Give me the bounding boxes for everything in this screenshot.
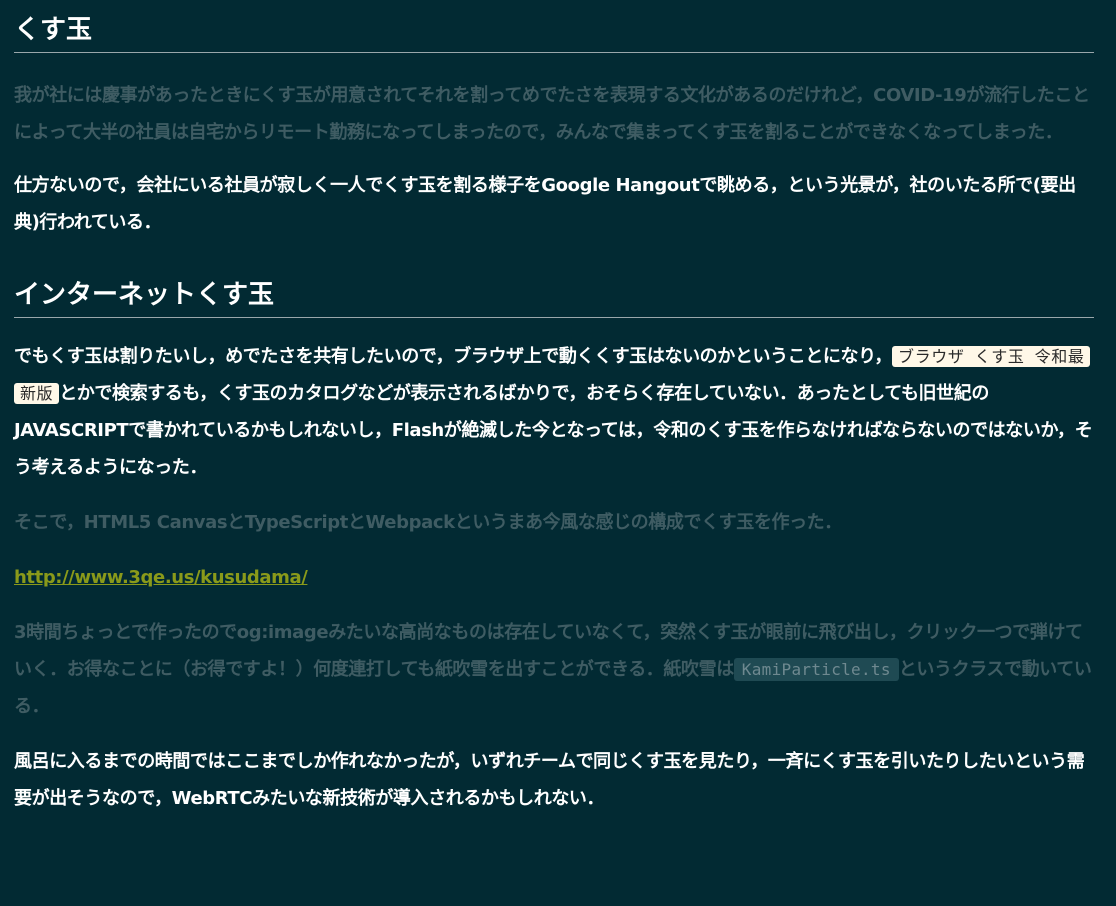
paragraph-search-text-after: とかで検索するも，くす玉のカタログなどが表示されるばかりで，おそらく存在していな… [14,383,1093,478]
paragraph-features: 3時間ちょっとで作ったのでog:imageみたいな高尚なものは存在していなくて，… [14,614,1094,725]
kami-particle-code: KamiParticle.ts [733,658,899,681]
section-heading-kusudama: くす玉 [14,0,1094,53]
paragraph-search-text-before: でもくす玉は割りたいし，めでたさを共有したいので，ブラウザ上で動くくす玉はないの… [14,346,893,367]
paragraph-stack: そこで，HTML5 CanvasとTypeScriptとWebpackというまあ… [14,512,842,533]
paragraph-intro: 我が社には慶事があったときにくす玉が用意されてそれを割ってめでたさを表現する文化… [14,85,1090,143]
kusudama-link[interactable]: http://www.3qe.us/kusudama/ [14,567,308,588]
paragraph-future: 風呂に入るまでの時間ではここまでしか作れなかったが，いずれチームで同じくす玉を見… [14,751,1085,809]
paragraph-hangout: 仕方ないので，会社にいる社員が寂しく一人でくす玉を割る様子をGoogle Han… [14,175,1076,233]
paragraph-link: http://www.3qe.us/kusudama/ [14,559,1094,596]
paragraph-search: でもくす玉は割りたいし，めでたさを共有したいので，ブラウザ上で動くくす玉はないの… [14,338,1094,486]
section-heading-internet-kusudama: インターネットくす玉 [14,279,1094,318]
article: くす玉 我が社には慶事があったときにくす玉が用意されてそれを割ってめでたさを表現… [0,0,1116,817]
